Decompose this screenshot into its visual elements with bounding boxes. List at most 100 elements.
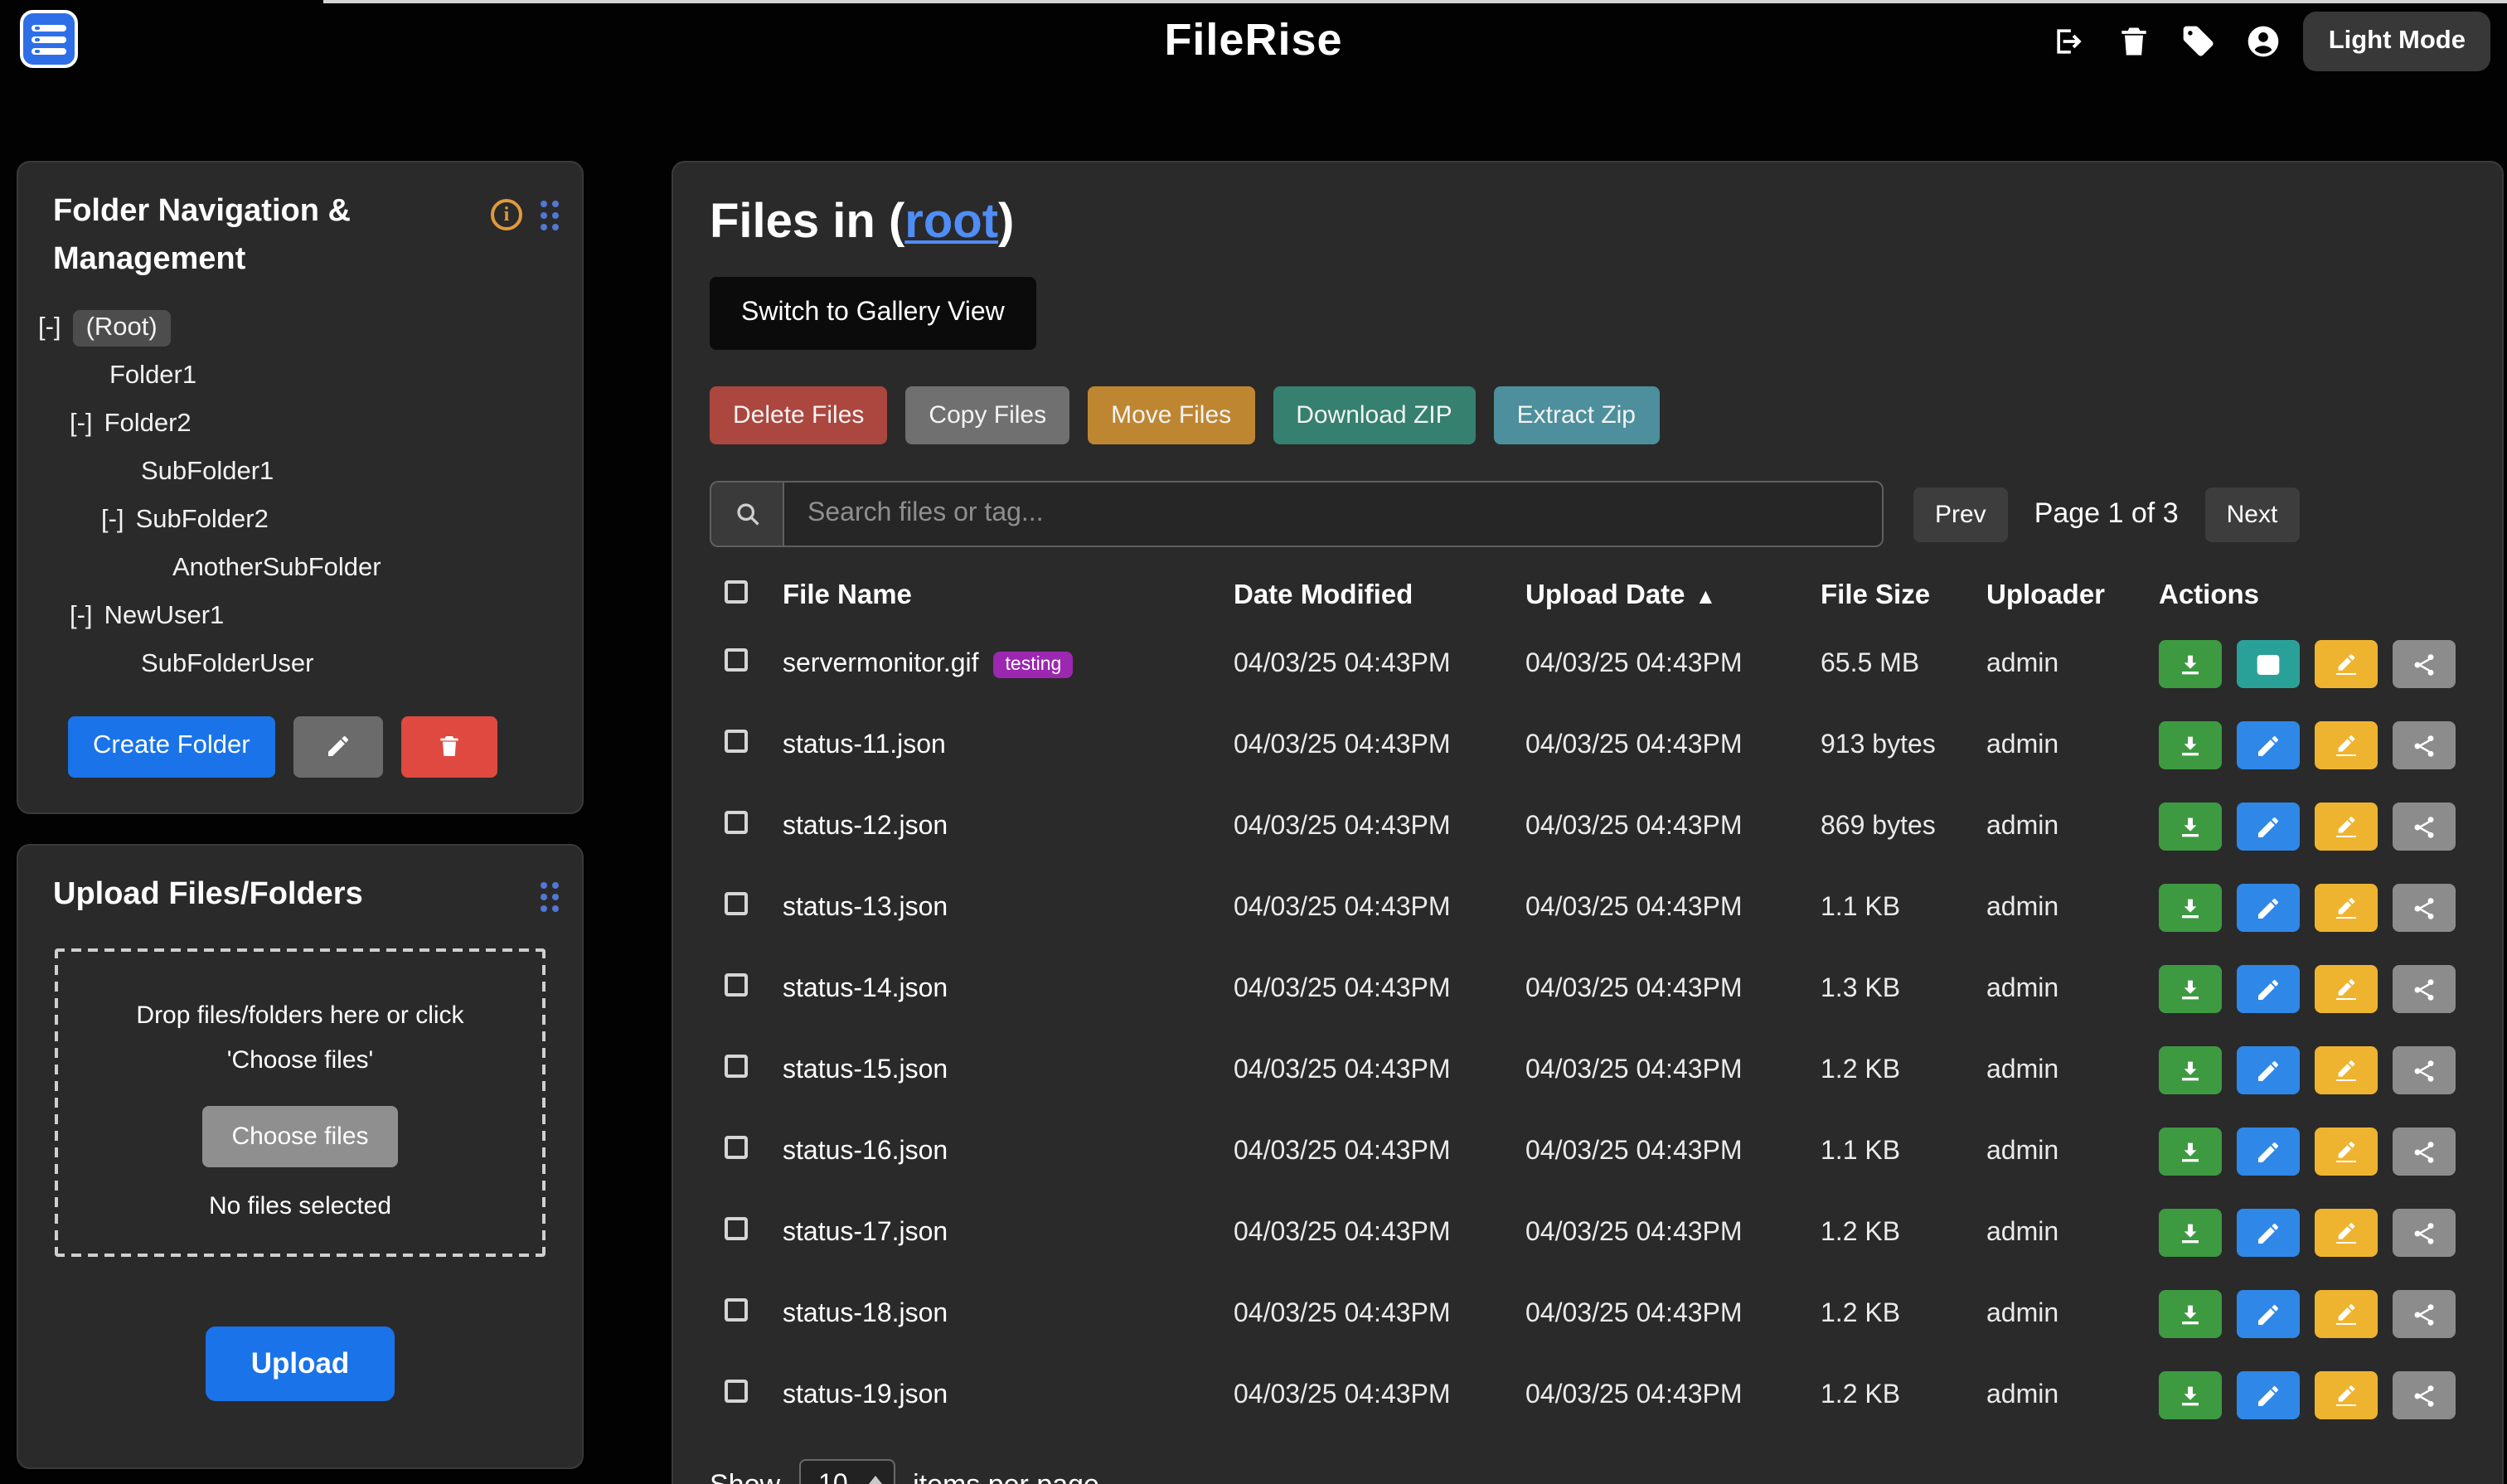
rename-button[interactable] xyxy=(2315,1210,2378,1258)
share-button[interactable] xyxy=(2393,885,2456,933)
tree-toggle[interactable]: [-] xyxy=(38,314,61,344)
download-button[interactable] xyxy=(2159,885,2222,933)
edit-button[interactable] xyxy=(2237,1372,2300,1420)
edit-button[interactable] xyxy=(2237,966,2300,1014)
rename-button[interactable] xyxy=(2315,641,2378,689)
row-checkbox[interactable] xyxy=(725,649,748,672)
col-upload-date[interactable]: Upload Date▲ xyxy=(1525,580,1821,612)
download-button[interactable] xyxy=(2159,722,2222,770)
row-checkbox[interactable] xyxy=(725,1137,748,1160)
tree-label[interactable]: SubFolder1 xyxy=(141,458,274,488)
switch-gallery-view-button[interactable]: Switch to Gallery View xyxy=(710,278,1036,351)
prev-page-button[interactable]: Prev xyxy=(1913,487,2008,542)
rename-button[interactable] xyxy=(2315,1372,2378,1420)
file-name-link[interactable]: status-11.json xyxy=(783,731,946,761)
rename-button[interactable] xyxy=(2315,885,2378,933)
rename-button[interactable] xyxy=(2315,1128,2378,1176)
share-button[interactable] xyxy=(2393,1372,2456,1420)
edit-button[interactable] xyxy=(2237,722,2300,770)
col-file-size[interactable]: File Size xyxy=(1821,580,1986,612)
bulk-download-zip-button[interactable]: Download ZIP xyxy=(1273,387,1475,445)
rename-button[interactable] xyxy=(2315,966,2378,1014)
folder-tree-item[interactable]: Folder1 xyxy=(18,353,565,401)
dropzone[interactable]: Drop files/folders here or click 'Choose… xyxy=(55,949,546,1257)
col-file-name[interactable]: File Name xyxy=(783,580,1234,612)
share-button[interactable] xyxy=(2393,966,2456,1014)
rename-button[interactable] xyxy=(2315,803,2378,851)
logout-icon[interactable] xyxy=(2045,15,2095,68)
download-button[interactable] xyxy=(2159,966,2222,1014)
download-button[interactable] xyxy=(2159,1047,2222,1095)
row-checkbox[interactable] xyxy=(725,893,748,916)
trash-icon[interactable] xyxy=(2110,15,2160,68)
root-folder-link[interactable]: root xyxy=(904,196,998,249)
upload-button[interactable]: Upload xyxy=(206,1326,395,1401)
tree-label[interactable]: NewUser1 xyxy=(104,603,225,633)
share-button[interactable] xyxy=(2393,641,2456,689)
download-button[interactable] xyxy=(2159,1291,2222,1339)
col-uploader[interactable]: Uploader xyxy=(1986,580,2159,612)
rename-button[interactable] xyxy=(2315,1291,2378,1339)
bulk-copy-files-button[interactable]: Copy Files xyxy=(905,387,1069,445)
bulk-extract-zip-button[interactable]: Extract Zip xyxy=(1494,387,1659,445)
tree-label[interactable]: Folder2 xyxy=(104,410,192,440)
rename-button[interactable] xyxy=(2315,722,2378,770)
row-checkbox[interactable] xyxy=(725,974,748,997)
items-per-page-select[interactable]: 10 xyxy=(798,1460,895,1484)
tree-label[interactable]: SubFolderUser xyxy=(141,651,314,681)
share-button[interactable] xyxy=(2393,803,2456,851)
folder-tree-item[interactable]: AnotherSubFolder xyxy=(18,546,565,594)
tree-label[interactable]: Folder1 xyxy=(109,362,196,392)
info-icon[interactable] xyxy=(491,199,522,230)
download-button[interactable] xyxy=(2159,803,2222,851)
folder-tree-item[interactable]: [-] Folder2 xyxy=(18,401,565,449)
tree-label[interactable]: SubFolder2 xyxy=(136,507,269,536)
rename-button[interactable] xyxy=(2315,1047,2378,1095)
folder-tree-item[interactable]: SubFolderUser xyxy=(18,642,565,690)
row-checkbox[interactable] xyxy=(725,1299,748,1322)
share-button[interactable] xyxy=(2393,1210,2456,1258)
rename-folder-button[interactable] xyxy=(293,716,383,778)
bulk-move-files-button[interactable]: Move Files xyxy=(1088,387,1254,445)
row-checkbox[interactable] xyxy=(725,812,748,835)
drag-handle-icon[interactable] xyxy=(541,200,559,230)
download-button[interactable] xyxy=(2159,1372,2222,1420)
col-date-modified[interactable]: Date Modified xyxy=(1234,580,1525,612)
file-name-link[interactable]: status-16.json xyxy=(783,1137,948,1167)
folder-tree-item[interactable]: [-] (Root) xyxy=(18,305,565,353)
tree-label[interactable]: AnotherSubFolder xyxy=(172,555,381,584)
folder-tree-item[interactable]: [-] NewUser1 xyxy=(18,594,565,642)
edit-button[interactable] xyxy=(2237,1210,2300,1258)
share-button[interactable] xyxy=(2393,722,2456,770)
file-name-link[interactable]: status-17.json xyxy=(783,1219,948,1249)
file-name-link[interactable]: status-14.json xyxy=(783,975,948,1005)
tree-toggle[interactable]: [-] xyxy=(70,603,93,633)
file-name-link[interactable]: status-13.json xyxy=(783,894,948,924)
download-button[interactable] xyxy=(2159,1210,2222,1258)
tree-label[interactable]: (Root) xyxy=(73,311,171,347)
preview-image-button[interactable] xyxy=(2237,641,2300,689)
download-button[interactable] xyxy=(2159,1128,2222,1176)
edit-button[interactable] xyxy=(2237,885,2300,933)
next-page-button[interactable]: Next xyxy=(2205,487,2300,542)
file-name-link[interactable]: status-18.json xyxy=(783,1300,948,1330)
file-name-link[interactable]: status-19.json xyxy=(783,1381,948,1411)
light-mode-button[interactable]: Light Mode xyxy=(2304,12,2490,71)
edit-button[interactable] xyxy=(2237,1047,2300,1095)
share-button[interactable] xyxy=(2393,1291,2456,1339)
search-input[interactable] xyxy=(783,482,1884,548)
tree-toggle[interactable]: [-] xyxy=(70,410,93,440)
drag-handle-icon[interactable] xyxy=(541,882,559,912)
select-all-checkbox[interactable] xyxy=(725,580,748,604)
share-button[interactable] xyxy=(2393,1047,2456,1095)
row-checkbox[interactable] xyxy=(725,1218,748,1241)
user-icon[interactable] xyxy=(2239,15,2289,68)
folder-tree-item[interactable]: SubFolder1 xyxy=(18,449,565,497)
file-name-link[interactable]: status-12.json xyxy=(783,812,948,842)
row-checkbox[interactable] xyxy=(725,1380,748,1404)
choose-files-button[interactable]: Choose files xyxy=(201,1106,398,1167)
share-button[interactable] xyxy=(2393,1128,2456,1176)
bulk-delete-files-button[interactable]: Delete Files xyxy=(710,387,887,445)
edit-button[interactable] xyxy=(2237,803,2300,851)
row-checkbox[interactable] xyxy=(725,1055,748,1079)
